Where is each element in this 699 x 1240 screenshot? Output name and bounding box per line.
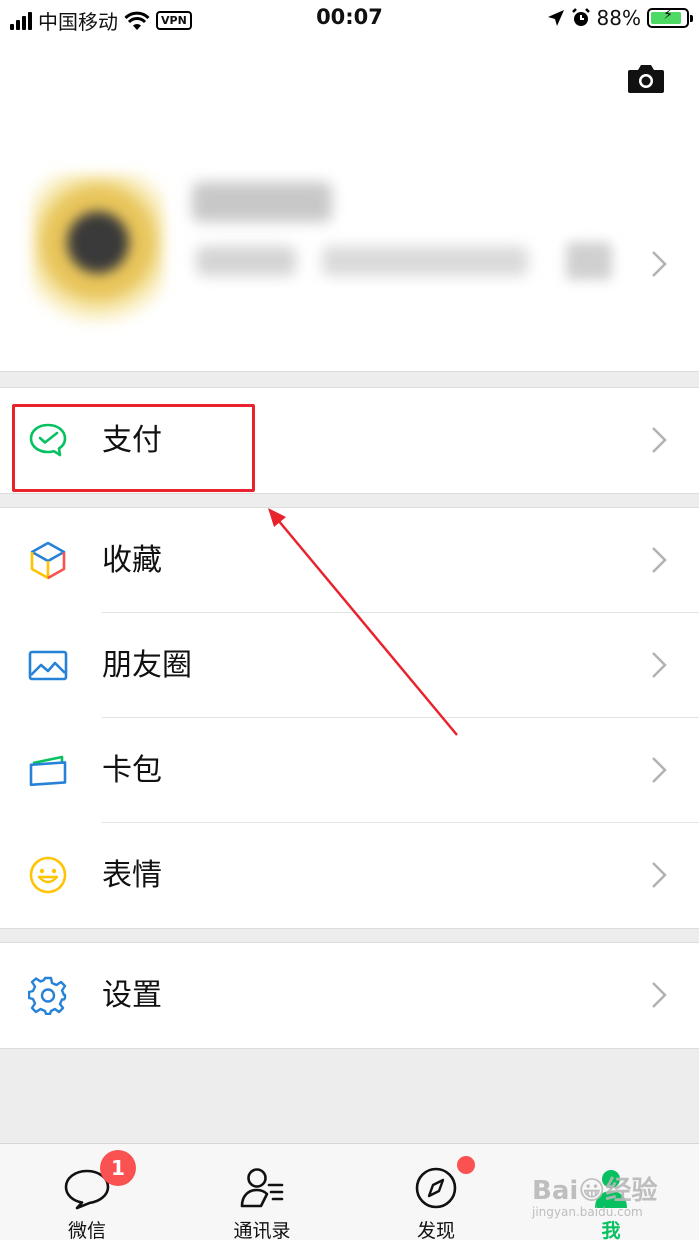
menu-item-stickers[interactable]: 表情 [0,823,699,928]
menu-item-label: 设置 [102,978,162,1013]
battery-percent: 88% [596,6,641,30]
chevron-right-icon [652,982,667,1008]
pay-group: 支付 [0,387,699,494]
menu-item-label: 朋友圈 [102,648,192,683]
alarm-icon [571,8,590,26]
menu-item-settings[interactable]: 设置 [0,943,699,1048]
card-wallet-icon [29,755,67,787]
camera-icon[interactable] [627,62,665,94]
wechat-id-label-blurred [196,246,296,276]
tab-label: 我 [601,1220,621,1240]
tab-label: 发现 [416,1220,455,1240]
unread-badge: 1 [100,1150,136,1186]
tab-label: 微信 [67,1220,106,1240]
nickname-blurred [192,182,332,222]
menu-item-moments[interactable]: 朋友圈 [0,613,699,718]
services-group: 收藏 朋友圈 卡包 表情 [0,507,699,929]
cube-icon [30,541,66,580]
menu-item-cards[interactable]: 卡包 [0,718,699,823]
smiley-icon [29,856,67,894]
menu-item-label: 支付 [102,423,162,458]
settings-group: 设置 [0,942,699,1049]
chevron-right-icon [652,251,667,277]
profile-header[interactable] [0,38,699,372]
chevron-right-icon [652,757,667,783]
chevron-right-icon [652,862,667,888]
menu-item-pay[interactable]: 支付 [0,388,699,493]
person-icon [595,1170,627,1208]
chevron-right-icon [652,547,667,573]
menu-item-label: 卡包 [102,753,162,788]
status-right: 88% ⚡ [547,6,693,30]
gear-icon [28,976,67,1015]
tab-me[interactable]: 我 [524,1144,698,1240]
status-bar: 中国移动 VPN 00:07 88% ⚡ [0,0,699,38]
tab-discover[interactable]: 发现 [349,1144,523,1240]
location-arrow-icon [547,10,564,26]
chevron-right-icon [652,652,667,678]
menu-item-label: 表情 [102,858,162,893]
wechat-id-blurred [322,246,528,276]
tab-label: 通讯录 [233,1220,291,1240]
chevron-right-icon [652,427,667,453]
new-dot-badge [457,1156,475,1174]
menu-item-favorites[interactable]: 收藏 [0,508,699,613]
compass-icon [415,1167,457,1209]
tab-contacts[interactable]: 通讯录 [175,1144,349,1240]
battery-icon: ⚡ [647,7,693,28]
avatar[interactable] [32,174,164,326]
wechat-pay-icon [29,423,67,457]
qr-code-icon[interactable] [566,242,612,280]
image-icon [28,650,68,681]
menu-item-label: 收藏 [102,543,162,578]
tab-chats[interactable]: 1 微信 [0,1144,174,1240]
tab-bar: 1 微信 通讯录 发现 我 [0,1143,699,1240]
contacts-icon [240,1168,284,1208]
